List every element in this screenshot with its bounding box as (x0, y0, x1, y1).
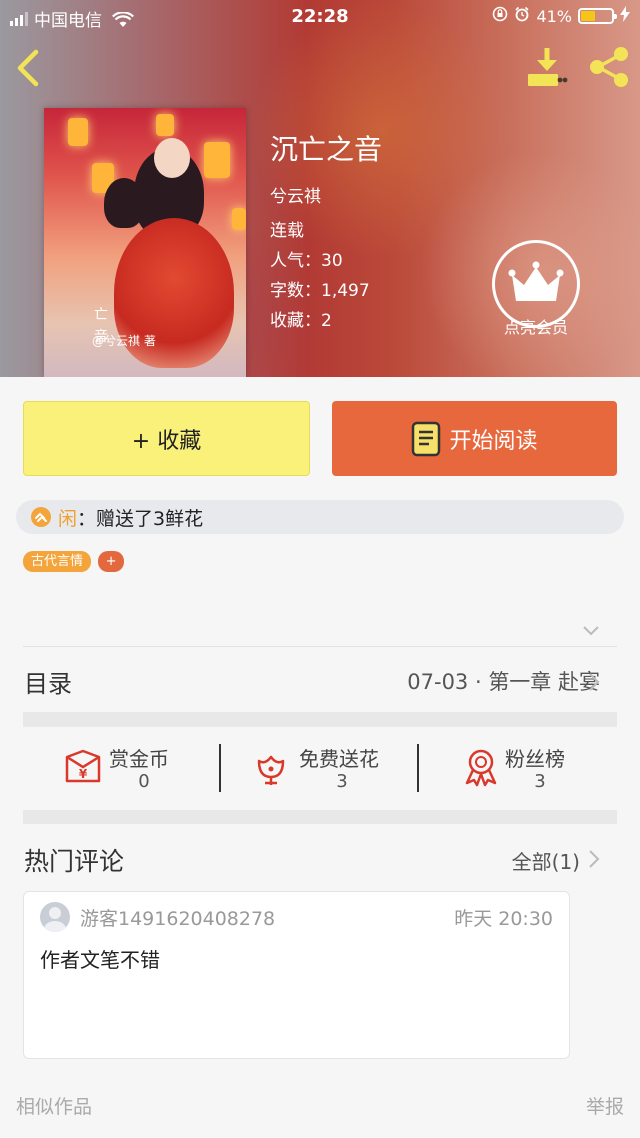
battery-percent: 41% (536, 6, 572, 26)
stat-value: 0 (138, 771, 150, 792)
collect-label: + 收藏 (131, 428, 202, 454)
stat-reward-coins[interactable]: ¥ 赏金币 0 (23, 727, 221, 809)
cover-author: @兮云祺 著 (92, 334, 156, 348)
gift-user[interactable]: 闲 (58, 504, 77, 531)
stat-value: 3 (534, 771, 546, 792)
status-bar: 中国电信 22:28 41% (0, 0, 640, 34)
gift-text: ：赠送了3鲜花 (77, 507, 204, 530)
crown-icon (508, 261, 564, 301)
battery-icon (578, 8, 617, 24)
latest-chapter: 07-03 · 第一章 赴宴 (407, 670, 600, 694)
tag-item[interactable]: 古代言情 (23, 551, 92, 572)
alarm-icon (514, 6, 530, 26)
start-reading-button[interactable]: 开始阅读 (332, 401, 617, 476)
vip-button[interactable]: 点亮会员 (492, 240, 580, 346)
chevron-down-icon[interactable] (582, 624, 600, 636)
chevron-right-icon (589, 673, 600, 691)
table-of-contents-row[interactable]: 目录 07-03 · 第一章 赴宴 (0, 650, 640, 710)
chevron-left-icon (17, 49, 39, 87)
comment-text: 作者文笔不错 (40, 948, 160, 972)
stat-free-flowers[interactable]: 免费送花 3 (221, 727, 419, 809)
red-envelope-icon: ¥ (65, 749, 101, 783)
rotation-lock-icon (492, 6, 508, 26)
start-reading-label: 开始阅读 (449, 428, 538, 454)
add-tag-button[interactable]: + (98, 551, 125, 572)
svg-text:¥: ¥ (79, 767, 88, 781)
tag-list: 古代言情 + (23, 551, 125, 572)
book-author[interactable]: 兮云祺 (270, 182, 382, 212)
toc-label: 目录 (24, 670, 72, 698)
all-comments-link[interactable]: 全部(1) (512, 846, 580, 875)
chevron-right-icon[interactable] (588, 849, 600, 869)
medal-icon (465, 749, 497, 787)
comment-card[interactable]: 游客1491620408278 昨天 20:30 作者文笔不错 (23, 891, 570, 1059)
comment-time: 昨天 20:30 (454, 908, 553, 930)
gift-notice[interactable]: 闲 ：赠送了3鲜花 (16, 500, 624, 534)
book-title: 沉亡之音 (270, 133, 383, 166)
book-popularity: 人气：30 (270, 251, 343, 271)
collect-button[interactable]: + 收藏 (23, 401, 310, 476)
share-button[interactable] (588, 46, 630, 88)
flower-icon (257, 755, 285, 785)
stat-fan-ranking[interactable]: 粉丝榜 3 (419, 727, 617, 809)
stat-value: 3 (336, 771, 348, 792)
back-button[interactable] (14, 48, 44, 88)
divider (23, 646, 617, 647)
charging-icon (620, 6, 630, 26)
stats-bar: ¥ 赏金币 0 免费送花 3 粉丝榜 3 (23, 727, 617, 809)
book-cover[interactable]: 亡 音 @兮云祺 著 (44, 108, 246, 377)
report-link[interactable]: 举报 (586, 1092, 624, 1119)
book-info: 沉亡之音 兮云祺 连载 人气：30 字数：1,497 收藏：2 (270, 128, 382, 336)
book-icon (412, 421, 441, 456)
avatar[interactable] (40, 902, 70, 932)
book-status: 连载 (270, 221, 304, 241)
comment-user[interactable]: 游客1491620408278 (80, 904, 275, 931)
share-icon (590, 47, 628, 87)
download-icon (528, 48, 568, 86)
stat-name: 免费送花 (299, 747, 379, 771)
hot-comments-title: 热门评论 (24, 847, 125, 876)
book-word-count: 字数：1,497 (270, 281, 370, 301)
similar-works-label: 相似作品 (16, 1096, 93, 1118)
section-separator (23, 810, 617, 824)
section-separator (23, 712, 617, 727)
download-button[interactable] (526, 46, 568, 88)
stat-name: 赏金币 (109, 747, 169, 771)
book-header: 中国电信 22:28 41% 亡 音 @兮云祺 著 沉亡之音 兮云祺 连载 人气… (0, 0, 640, 377)
book-favorites: 收藏：2 (270, 311, 332, 331)
vip-label: 点亮会员 (503, 318, 568, 337)
stat-name: 粉丝榜 (505, 747, 565, 771)
hand-icon (31, 507, 51, 527)
